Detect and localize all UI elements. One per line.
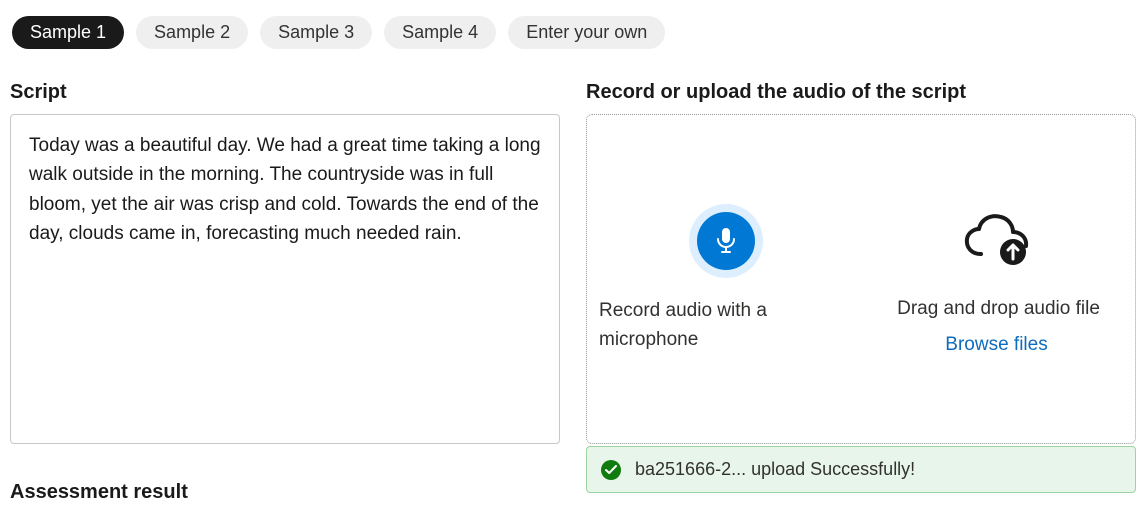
browse-files-link[interactable]: Browse files [945, 334, 1047, 356]
tab-sample-3[interactable]: Sample 3 [260, 16, 372, 49]
upload-dropzone[interactable]: Record audio with a microphone Drag and … [586, 114, 1136, 444]
tab-enter-own[interactable]: Enter your own [508, 16, 665, 49]
upload-heading: Record or upload the audio of the script [586, 81, 1136, 104]
upload-file-option[interactable]: Drag and drop audio file Browse files [866, 202, 1127, 355]
upload-success-text: ba251666-2... upload Successfully! [635, 459, 915, 480]
upload-success-banner: ba251666-2... upload Successfully! [586, 446, 1136, 493]
script-heading: Script [10, 81, 560, 104]
checkmark-icon [601, 460, 621, 480]
upload-label: Drag and drop audio file [893, 294, 1100, 323]
script-column: Script Assessment result [10, 81, 560, 504]
upload-column: Record or upload the audio of the script [586, 81, 1136, 504]
tab-sample-1[interactable]: Sample 1 [12, 16, 124, 49]
script-textarea[interactable] [10, 114, 560, 444]
microphone-icon [689, 204, 763, 278]
assessment-heading: Assessment result [10, 481, 560, 504]
tab-sample-4[interactable]: Sample 4 [384, 16, 496, 49]
record-option[interactable]: Record audio with a microphone [595, 204, 856, 355]
cloud-upload-icon [961, 202, 1033, 276]
record-label: Record audio with a microphone [595, 296, 856, 355]
tab-sample-2[interactable]: Sample 2 [136, 16, 248, 49]
sample-tabs: Sample 1 Sample 2 Sample 3 Sample 4 Ente… [10, 16, 1136, 49]
